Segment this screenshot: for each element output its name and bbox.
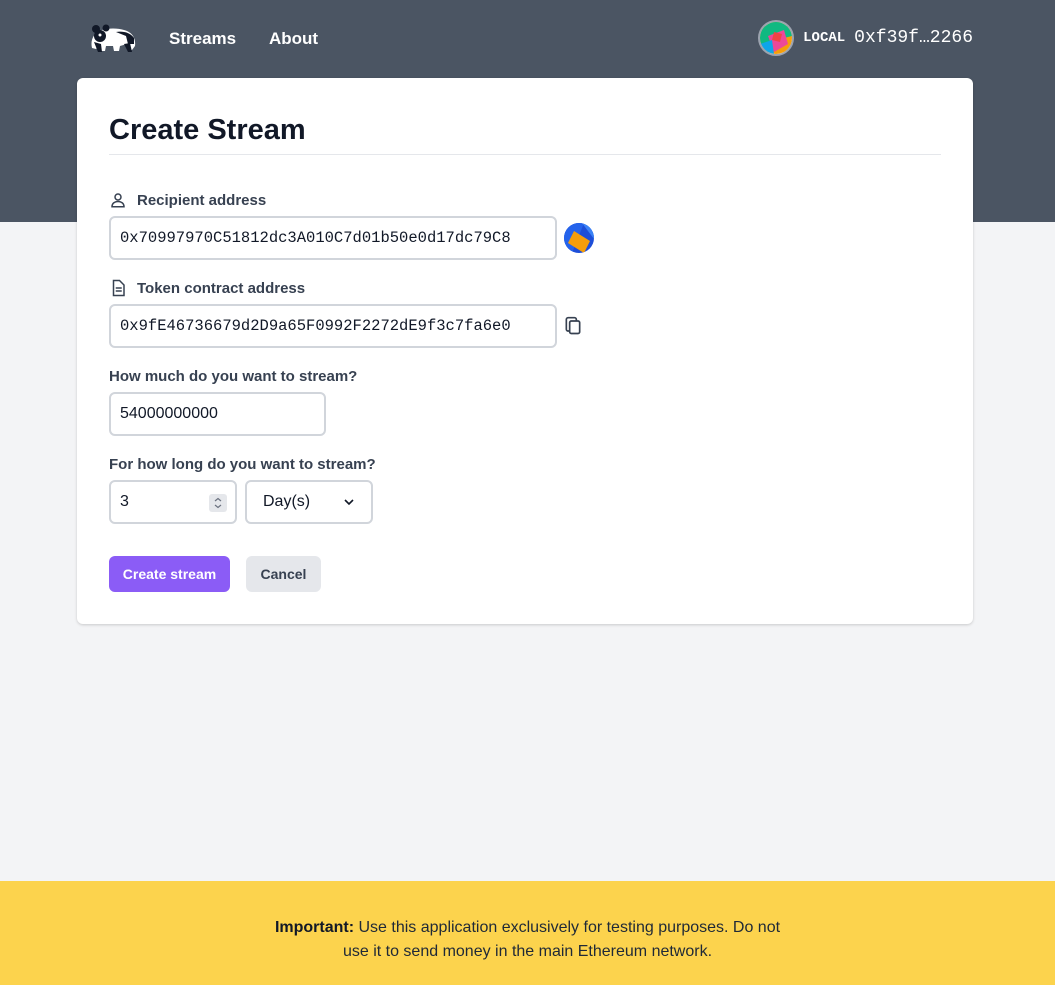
recipient-identicon-icon [564,223,594,253]
copy-icon[interactable] [563,316,583,336]
recipient-address-input[interactable]: 0x70997970C51812dc3A010C7d01b50e0d17dc79… [109,216,557,260]
warning-important-label: Important: [274,919,355,936]
number-stepper-icon[interactable] [209,494,227,512]
duration-label: For how long do you want to stream? [109,456,376,473]
chevron-down-icon [344,499,354,506]
recipient-label: Recipient address [109,191,266,209]
account-identicon-icon [758,20,795,56]
network-label: LOCAL [803,30,846,46]
duration-unit-value: Day(s) [263,493,311,510]
duration-label-text: For how long do you want to stream? [109,456,376,473]
account-address: 0xf39f…2266 [854,28,973,48]
duration-unit-select[interactable]: Day(s) [245,480,373,524]
recipient-label-text: Recipient address [137,191,267,209]
nav-link-streams[interactable]: Streams [169,29,236,49]
page-title: Create Stream [109,114,306,146]
token-label: Token contract address [109,279,305,297]
warning-banner: Important: Use this application exclusiv… [0,881,1055,985]
amount-label: How much do you want to stream? [109,368,357,385]
user-icon [111,193,125,208]
warning-message: Use this application exclusively for tes… [342,919,781,960]
cancel-button[interactable]: Cancel [246,556,321,592]
duration-input[interactable]: 3 [109,480,237,524]
title-divider [109,154,941,155]
amount-input[interactable]: 54000000000 [109,392,326,436]
token-label-text: Token contract address [137,279,306,297]
duration-value: 3 [120,493,129,510]
token-address-input[interactable]: 0x9fE46736679d2D9a65F0992F2272dE9f3c7fa6… [109,304,557,348]
document-icon [112,279,125,297]
create-stream-button[interactable]: Create stream [109,556,230,592]
warning-text: Important: Use this application exclusiv… [270,916,785,964]
navbar: Streams About LOCAL 0xf39f…2266 [0,0,1055,78]
account-info[interactable]: LOCAL 0xf39f…2266 [758,20,973,56]
nav-link-about[interactable]: About [269,29,318,49]
create-stream-card: Create Stream Recipient address 0x709979… [77,78,973,624]
panda-logo-icon[interactable] [88,22,138,54]
amount-label-text: How much do you want to stream? [109,368,358,385]
